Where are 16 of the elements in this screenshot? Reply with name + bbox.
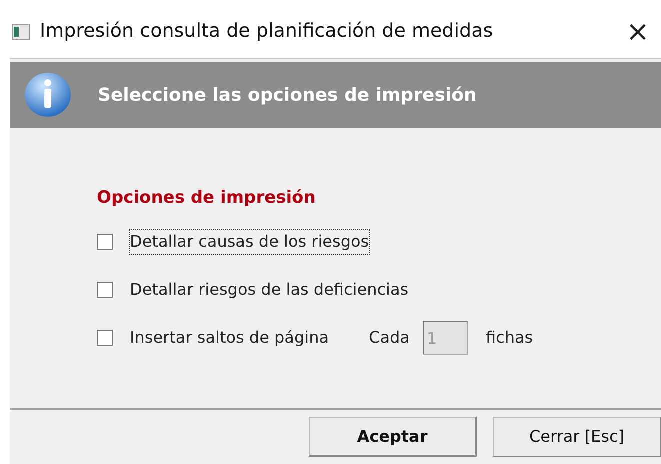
dialog-button[interactable]: Aceptar [309, 417, 477, 457]
info-icon [24, 72, 72, 118]
every-label: Cada [369, 327, 410, 349]
app-icon [12, 24, 30, 40]
banner-text: Seleccione las opciones de impresión [98, 84, 477, 108]
close-button[interactable]: × [623, 18, 653, 46]
option-label[interactable]: Insertar saltos de página [130, 326, 330, 350]
dialog-button[interactable]: Cerrar [Esc] [493, 417, 661, 457]
window-title: Impresión consulta de planificación de medidas [40, 19, 494, 44]
section-heading: Opciones de impresión [97, 187, 317, 210]
checkbox[interactable] [97, 234, 113, 250]
checkbox[interactable] [97, 282, 113, 298]
option-label[interactable]: Detallar riesgos de las deficiencias [130, 278, 409, 302]
option-label[interactable]: Detallar causas de los riesgos [130, 230, 370, 254]
records-label: fichas [486, 327, 534, 349]
checkbox[interactable] [97, 330, 113, 346]
